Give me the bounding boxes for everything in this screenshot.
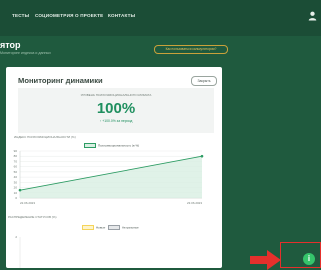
monitoring-card: Мониторинг динамики Закрыть УРОВЕНЬ ПСИХ… [6,67,222,268]
nav-item-sociometry[interactable]: СОЦИОМЕТРИЯ [35,13,74,18]
nav-item-about[interactable]: О ПРОЕКТЕ [75,13,103,18]
top-navbar: ТЕСТЫ СОЦИОМЕТРИЯ О ПРОЕКТЕ КОНТАКТЫ [0,0,321,36]
page-subtitle: Мониторинг индекса и данных [0,51,51,55]
nav-item-tests[interactable]: ТЕСТЫ [12,13,29,18]
nav-item-contacts[interactable]: КОНТАКТЫ [108,13,135,18]
help-link[interactable]: Как пользоваться калькулятором? [154,45,228,54]
user-icon[interactable] [308,11,317,21]
distribution-y-tick: 2 [15,235,17,239]
info-icon[interactable]: i [303,253,315,265]
arrow-right-icon [250,250,281,270]
page-title: ятор [0,40,21,50]
distribution-chart: 2 [15,235,21,268]
highlight-box [280,242,321,268]
